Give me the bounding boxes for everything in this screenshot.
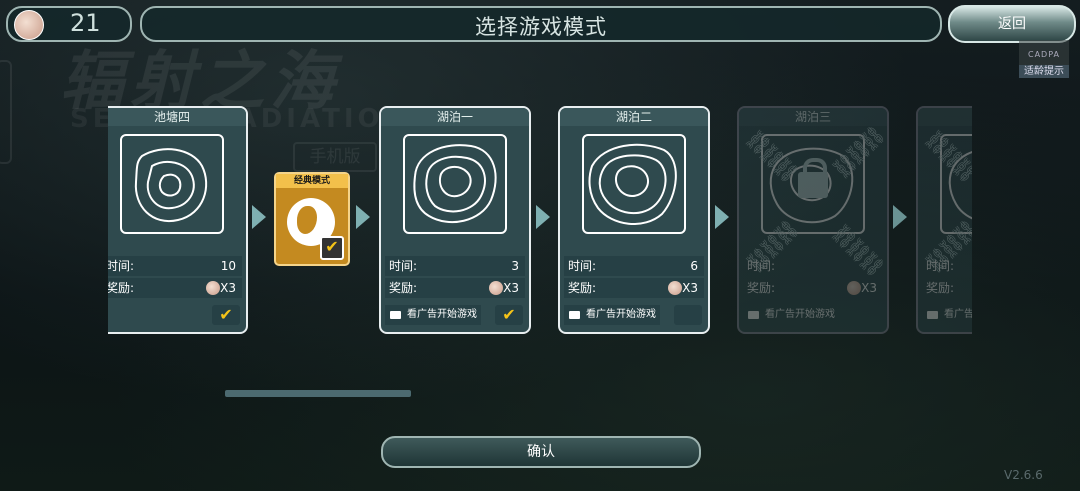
level-card-3[interactable]: 湖泊三 ⛓⛓⛓ ⛓⛓⛓ ⛓⛓⛓ ⛓⛓⛓ 时间: 奖励: X3 看广告开始游戏	[737, 106, 889, 334]
lock-icon	[798, 158, 828, 198]
scrollbar-thumb[interactable]	[225, 390, 411, 397]
classic-mode-label: 经典模式	[276, 174, 348, 188]
title-bar: 选择游戏模式	[140, 6, 942, 42]
watch-ad-button[interactable]: 看广告开始游戏	[564, 305, 660, 325]
time-row: 时间:	[922, 256, 972, 276]
level-name: 池塘四	[108, 108, 246, 126]
watch-ad-label: 看广告开始游戏	[586, 309, 656, 320]
time-label: 时间:	[108, 259, 135, 273]
map-thumbnail	[582, 134, 686, 234]
level-carousel[interactable]: 池塘四 时间: 10 奖励: X3 ✔ 经典模式 ✔ 湖泊一 时间: 3 奖励:…	[108, 100, 972, 340]
time-value: 10	[220, 259, 236, 273]
card-checkbox[interactable]	[674, 305, 702, 325]
arrow-right-icon	[356, 205, 370, 229]
arrow-right-icon	[893, 205, 907, 229]
age-badge-bottom: 适龄提示	[1019, 65, 1069, 78]
time-value: 3	[511, 259, 519, 273]
time-row: 时间:	[743, 256, 883, 276]
watch-ad-label: 看广告开始游戏	[407, 309, 477, 320]
arrow-right-icon	[536, 205, 550, 229]
reward-value: X3	[682, 281, 698, 295]
age-rating-badge: CADPA 适龄提示	[1019, 40, 1069, 78]
video-icon	[569, 311, 580, 319]
watch-ad-label: 看广告开始游戏	[765, 309, 835, 320]
level-card-2[interactable]: 湖泊二 时间: 6 奖励: X3 看广告开始游戏	[558, 106, 710, 334]
reward-row: 奖励: X3	[385, 278, 525, 298]
reward-label: 奖励:	[568, 281, 597, 295]
reward-label: 奖励:	[389, 281, 418, 295]
reward-row: 奖励: X3	[564, 278, 704, 298]
time-label: 时间:	[747, 259, 776, 273]
arrow-right-icon	[715, 205, 729, 229]
time-label: 时间:	[568, 259, 597, 273]
reward-label: 奖励:	[926, 281, 955, 295]
reward-label: 奖励:	[108, 281, 135, 295]
age-badge-top: CADPA	[1027, 50, 1060, 59]
reward-label: 奖励:	[747, 281, 776, 295]
time-value: 6	[690, 259, 698, 273]
level-card-1[interactable]: 湖泊一 时间: 3 奖励: X3 看广告开始游戏 ✔	[379, 106, 531, 334]
coin-icon	[489, 281, 503, 295]
level-name: 湖泊三	[739, 108, 887, 126]
card-checkbox[interactable]: ✔	[212, 305, 240, 325]
time-row: 时间: 3	[385, 256, 525, 276]
carousel-scrollbar[interactable]	[108, 390, 972, 397]
confirm-button[interactable]: 确认	[381, 436, 701, 468]
time-label: 时间:	[926, 259, 955, 273]
time-label: 时间:	[389, 259, 418, 273]
level-card-0[interactable]: 池塘四 时间: 10 奖励: X3 ✔	[108, 106, 248, 334]
watch-ad-button[interactable]: 看广告开始游戏	[743, 305, 839, 325]
classic-mode-card[interactable]: 经典模式 ✔	[274, 172, 350, 266]
page-title: 选择游戏模式	[475, 15, 607, 39]
coin-icon	[206, 281, 220, 295]
reward-value: X3	[861, 281, 877, 295]
coin-icon	[668, 281, 682, 295]
level-name: 湖泊二	[560, 108, 708, 126]
arrow-right-icon	[252, 205, 266, 229]
back-button[interactable]: 返回	[948, 5, 1076, 43]
video-icon	[927, 311, 938, 319]
reward-row: 奖励: X3	[108, 278, 242, 298]
watch-ad-button[interactable]: 看广告	[922, 305, 972, 325]
watch-ad-label: 看广告	[944, 309, 972, 320]
video-icon	[390, 311, 401, 319]
reward-value: X3	[220, 281, 236, 295]
time-row: 时间: 6	[564, 256, 704, 276]
reward-row: 奖励:	[922, 278, 972, 298]
level-name: 湖泊一	[381, 108, 529, 126]
level-card-4[interactable]: ⛓⛓⛓ ⛓⛓⛓ 时间: 奖励: 看广告	[916, 106, 972, 334]
level-name	[918, 108, 972, 126]
map-thumbnail	[403, 134, 507, 234]
time-row: 时间: 10	[108, 256, 242, 276]
reward-value: X3	[503, 281, 519, 295]
card-checkbox[interactable]: ✔	[495, 305, 523, 325]
coin-icon	[847, 281, 861, 295]
watch-ad-button[interactable]: 看广告开始游戏	[385, 305, 481, 325]
left-edge-frame	[0, 60, 12, 164]
coin-icon	[14, 10, 44, 40]
map-thumbnail	[120, 134, 224, 234]
checkmark-icon: ✔	[320, 236, 344, 260]
currency-display: 21	[6, 6, 132, 42]
video-icon	[748, 311, 759, 319]
currency-value: 21	[70, 9, 101, 37]
reward-row: 奖励: X3	[743, 278, 883, 298]
version-label: V2.6.6	[1004, 468, 1043, 482]
